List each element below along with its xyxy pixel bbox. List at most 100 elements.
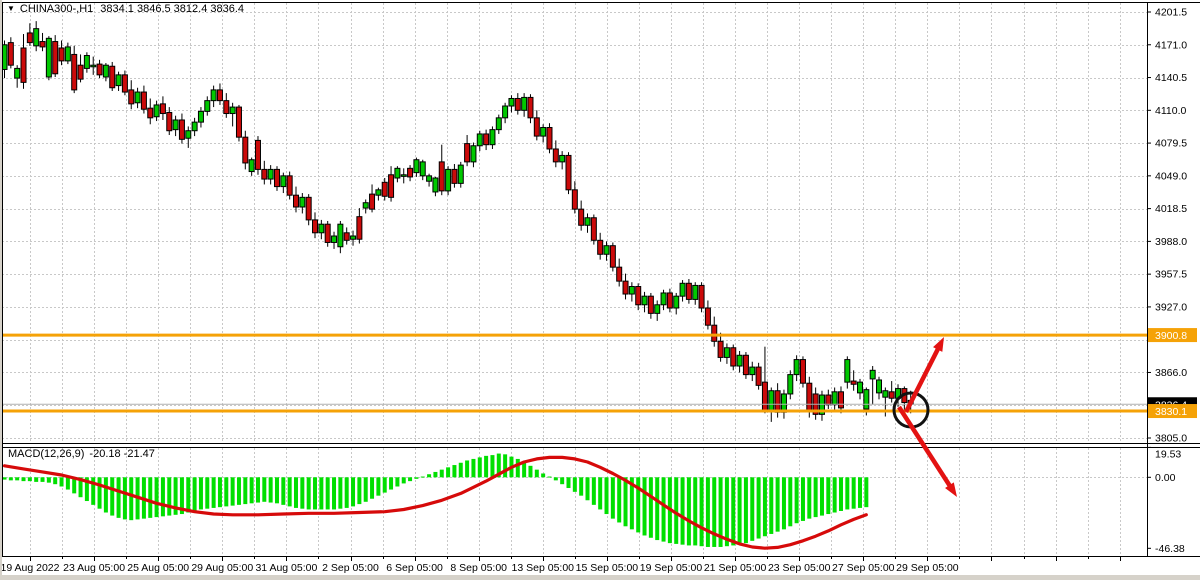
macd-bar: [820, 477, 824, 515]
macd-bar: [693, 477, 697, 545]
macd-bar: [34, 477, 38, 482]
macd-bar: [256, 477, 260, 502]
macd-bar: [744, 477, 748, 543]
candle-body: [167, 112, 172, 130]
candle-body: [249, 160, 254, 172]
macd-bar: [357, 477, 361, 504]
time-axis-label: 29 Aug 05:00: [191, 562, 253, 574]
macd-bar: [738, 477, 742, 544]
trading-chart-window: 4201.54171.04140.54110.04079.54049.04018…: [0, 0, 1200, 580]
macd-bar: [212, 477, 216, 508]
candle: [53, 35, 58, 77]
candle-body: [173, 120, 178, 130]
macd-bar: [833, 477, 837, 512]
macd-bar: [98, 477, 102, 508]
macd-bar: [262, 477, 266, 501]
candle-body: [452, 169, 457, 183]
candle-body: [655, 305, 660, 314]
candle-body: [408, 168, 413, 177]
candle-body: [363, 203, 368, 208]
time-axis-label: 23 Aug 05:00: [63, 562, 125, 574]
macd-bar: [148, 477, 152, 518]
candle-body: [617, 267, 622, 281]
candle-body: [148, 108, 153, 118]
macd-bar: [795, 477, 799, 523]
candle-body: [179, 120, 184, 139]
candle-body: [756, 367, 761, 385]
macd-bar: [566, 477, 570, 488]
candle-body: [553, 149, 558, 162]
macd-bar: [611, 477, 615, 518]
candle: [110, 62, 115, 91]
price-badge-support: 3830.1: [1148, 404, 1197, 418]
symbol-dropdown-icon[interactable]: ▼: [7, 4, 15, 13]
macd-bar: [573, 477, 577, 492]
macd-bar: [414, 477, 418, 479]
macd-bar: [452, 465, 456, 477]
macd-bar: [757, 477, 761, 538]
candle-body: [572, 190, 577, 209]
macd-bar: [769, 477, 773, 534]
macd-bar: [712, 477, 716, 547]
macd-bar: [440, 470, 444, 478]
candle-body: [53, 42, 58, 74]
candle-body: [724, 348, 729, 358]
time-axis-label: 6 Sep 05:00: [386, 562, 443, 574]
macd-axis-label: -46.38: [1155, 543, 1185, 555]
macd-bar: [319, 477, 323, 509]
macd-bar: [776, 477, 780, 531]
candle-body: [129, 90, 134, 104]
candle: [255, 136, 260, 175]
candle-body: [84, 56, 89, 69]
window-edge-left: [0, 0, 2, 580]
candle-body: [585, 218, 590, 226]
macd-bar: [288, 477, 292, 506]
macd-bar: [47, 477, 51, 482]
candle-body: [857, 382, 862, 393]
candle-body: [490, 130, 495, 145]
candle: [743, 352, 748, 379]
price-axis-label: 4110.0: [1155, 105, 1186, 117]
macd-bar: [389, 477, 393, 489]
candle-body: [395, 168, 400, 178]
candle-body: [382, 182, 387, 196]
macd-bar: [586, 477, 590, 500]
price-axis-label: 4171.0: [1155, 39, 1187, 51]
macd-bar: [852, 477, 856, 508]
macd-bar: [687, 477, 691, 545]
candle-body: [883, 391, 888, 397]
candle-body: [838, 392, 843, 408]
chart-canvas[interactable]: 4201.54171.04140.54110.04079.54049.04018…: [0, 0, 1200, 580]
macd-bar: [465, 460, 469, 477]
candle-body: [198, 111, 203, 122]
candle-body: [351, 236, 356, 239]
macd-bar: [110, 477, 114, 515]
candle-body: [15, 68, 20, 78]
macd-bar: [281, 477, 285, 505]
candle-body: [313, 220, 318, 233]
candle-body: [262, 169, 267, 179]
macd-bar: [807, 477, 811, 518]
macd-bar: [294, 477, 298, 508]
candle-body: [97, 64, 102, 75]
price-axis-label: 4140.5: [1155, 72, 1187, 84]
candle-body: [255, 140, 260, 169]
candle-body: [794, 360, 799, 375]
macd-bar: [484, 456, 488, 477]
macd-bar: [662, 477, 666, 541]
macd-bar: [864, 477, 868, 507]
candle-body: [636, 287, 641, 305]
macd-bar: [535, 470, 539, 478]
macd-bar: [839, 477, 843, 511]
macd-bar: [655, 477, 659, 540]
time-axis-label: 13 Sep 05:00: [512, 562, 575, 574]
candle-body: [300, 197, 305, 207]
macd-axis-label: 0.00: [1155, 472, 1176, 484]
candle-body: [477, 134, 482, 146]
macd-bar: [490, 455, 494, 477]
candle-body: [718, 341, 723, 357]
candle-body: [547, 127, 552, 148]
price-axis-label: 3866.0: [1155, 367, 1187, 379]
candle-body: [110, 66, 115, 87]
macd-bar: [826, 477, 830, 514]
